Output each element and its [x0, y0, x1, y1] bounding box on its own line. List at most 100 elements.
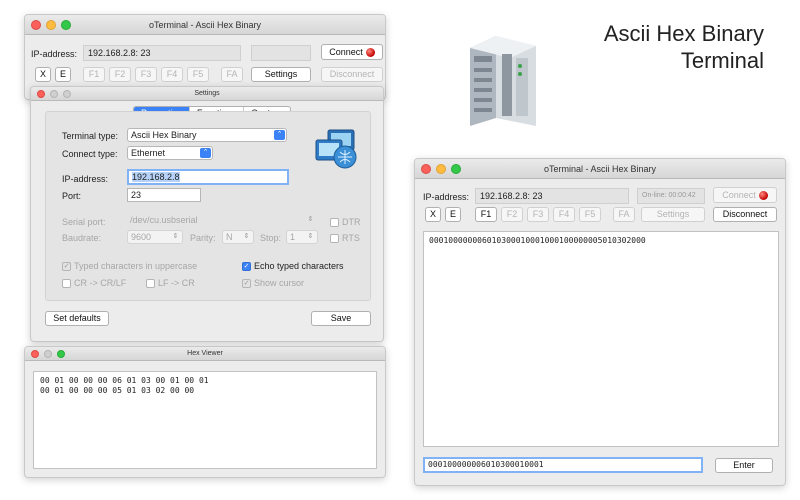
- led-icon: [758, 191, 768, 201]
- settings-title: Settings: [194, 90, 220, 97]
- right-fa-button[interactable]: FA: [613, 207, 635, 222]
- ip-display: 192.168.2.8: 23: [83, 45, 241, 61]
- hex-minimize-button[interactable]: [44, 350, 52, 358]
- f4-button[interactable]: F4: [161, 67, 183, 82]
- show-cursor-checkbox[interactable]: ✓ Show cursor: [242, 278, 304, 288]
- chevron-icon: ⌃: [200, 148, 211, 158]
- hex-output[interactable]: 00 01 00 00 00 06 01 03 00 01 00 01 00 0…: [33, 371, 377, 469]
- rts-checkbox[interactable]: RTS: [330, 233, 360, 243]
- f5-button[interactable]: F5: [187, 67, 209, 82]
- ip-address-field[interactable]: 192.168.2.8: [127, 169, 289, 185]
- right-close-button[interactable]: [421, 164, 431, 174]
- hex-line: 00 01 00 00 00 06 01 03 00 01 00 01: [40, 376, 209, 385]
- f2-button[interactable]: F2: [109, 67, 131, 82]
- fa-button[interactable]: FA: [221, 67, 243, 82]
- dtr-checkbox[interactable]: DTR: [330, 217, 361, 227]
- echo-button[interactable]: E: [55, 67, 71, 82]
- connect-type-select[interactable]: Ethernet ⌃: [127, 146, 213, 160]
- lf-cr-checkbox[interactable]: LF -> CR: [146, 278, 195, 288]
- port-label: Port:: [62, 191, 82, 201]
- hex-close-button[interactable]: [31, 350, 39, 358]
- online-label: On-line: 00:00:42: [642, 192, 696, 199]
- right-zoom-button[interactable]: [451, 164, 461, 174]
- connect-button[interactable]: Connect: [321, 44, 383, 60]
- right-ip-label: IP-address:: [423, 192, 470, 202]
- right-disconnect-button[interactable]: Disconnect: [713, 207, 777, 222]
- hex-viewer-titlebar: Hex Viewer: [25, 347, 385, 361]
- baudrate-select[interactable]: 9600 ⇕: [127, 230, 183, 244]
- device-image: [462, 26, 544, 130]
- hex-viewer-window: Hex Viewer 00 01 00 00 00 06 01 03 00 01…: [24, 346, 386, 478]
- f3-button[interactable]: F3: [135, 67, 157, 82]
- ip-address-value: 192.168.2.8: [132, 172, 180, 182]
- port-field[interactable]: 23: [127, 188, 201, 202]
- right-f4-button[interactable]: F4: [553, 207, 575, 222]
- stop-value: 1: [290, 232, 296, 242]
- terminal-type-select[interactable]: Ascii Hex Binary ⌃: [127, 128, 287, 142]
- right-settings-button[interactable]: Settings: [641, 207, 705, 222]
- dtr-box: [330, 217, 339, 227]
- disconnect-button[interactable]: Disconnect: [321, 67, 383, 82]
- right-f5-button[interactable]: F5: [579, 207, 601, 222]
- chevron-icon: ⇕: [172, 233, 179, 240]
- rts-label: RTS: [342, 233, 360, 243]
- terminal-input[interactable]: 000100000006010300010001: [423, 457, 703, 473]
- clear-button[interactable]: X: [35, 67, 51, 82]
- enter-button[interactable]: Enter: [715, 458, 773, 473]
- typed-uppercase-checkbox[interactable]: ✓ Typed characters in uppercase: [62, 261, 197, 271]
- show-cursor-box: ✓: [242, 278, 251, 288]
- terminal-output[interactable]: 0001000000060103000100010001000000050103…: [423, 231, 779, 447]
- hex-zoom-button[interactable]: [57, 350, 65, 358]
- page-heading: Ascii Hex Binary Terminal: [604, 20, 764, 74]
- settings-minimize-button[interactable]: [50, 90, 58, 98]
- ip-address-label: IP-address:: [62, 174, 109, 184]
- serial-port-label: Serial port:: [62, 217, 106, 227]
- settings-button[interactable]: Settings: [251, 67, 311, 82]
- right-f1-button[interactable]: F1: [475, 207, 497, 222]
- right-ip-display: 192.168.2.8: 23: [475, 188, 629, 204]
- cr-crlf-box: [62, 278, 71, 288]
- settings-zoom-button[interactable]: [63, 90, 71, 98]
- chevron-icon: ⌃: [274, 130, 285, 140]
- f1-button[interactable]: F1: [83, 67, 105, 82]
- heading-line-2: Terminal: [680, 48, 764, 73]
- connect-label: Connect: [329, 47, 363, 57]
- chevron-icon: ⇕: [307, 233, 314, 240]
- save-button[interactable]: Save: [311, 311, 371, 326]
- typed-uppercase-label: Typed characters in uppercase: [74, 261, 198, 271]
- set-defaults-button[interactable]: Set defaults: [45, 311, 109, 326]
- stop-label: Stop:: [260, 233, 282, 243]
- cr-crlf-label: CR -> CR/LF: [74, 278, 127, 288]
- close-button[interactable]: [31, 20, 41, 30]
- typed-uppercase-box: ✓: [62, 261, 71, 271]
- terminal-output-text: 0001000000060103000100010001000000050103…: [429, 236, 646, 245]
- right-f2-button[interactable]: F2: [501, 207, 523, 222]
- terminal-type-label: Terminal type:: [62, 131, 119, 141]
- parity-select[interactable]: N ⇕: [222, 230, 254, 244]
- minimize-button[interactable]: [46, 20, 56, 30]
- right-terminal-window: oTerminal - Ascii Hex Binary IP-address:…: [414, 158, 786, 486]
- right-echo-button[interactable]: E: [445, 207, 461, 222]
- cr-crlf-checkbox[interactable]: CR -> CR/LF: [62, 278, 126, 288]
- baudrate-label: Baudrate:: [62, 233, 102, 243]
- settings-close-button[interactable]: [37, 90, 45, 98]
- right-f3-button[interactable]: F3: [527, 207, 549, 222]
- hex-viewer-title: Hex Viewer: [187, 350, 223, 357]
- zoom-button[interactable]: [61, 20, 71, 30]
- parity-value: N: [226, 232, 233, 242]
- network-icon: [314, 128, 360, 170]
- right-window-title: oTerminal - Ascii Hex Binary: [543, 164, 657, 174]
- lf-cr-label: LF -> CR: [158, 278, 195, 288]
- left-window-titlebar: oTerminal - Ascii Hex Binary: [25, 15, 385, 35]
- right-connect-button[interactable]: Connect: [713, 187, 777, 203]
- right-window-titlebar: oTerminal - Ascii Hex Binary: [415, 159, 785, 179]
- right-minimize-button[interactable]: [436, 164, 446, 174]
- online-display: On-line: 00:00:42: [637, 188, 705, 204]
- echo-typed-checkbox[interactable]: ✓ Echo typed characters: [242, 261, 344, 271]
- right-clear-button[interactable]: X: [425, 207, 441, 222]
- dtr-label: DTR: [342, 217, 361, 227]
- ip-label: IP-address:: [31, 49, 78, 59]
- serial-port-select[interactable]: /dev/cu.usbserial ⇕: [127, 214, 317, 228]
- hex-line: 00 01 00 00 00 05 01 03 02 00 00: [40, 386, 195, 395]
- stop-select[interactable]: 1 ⇕: [286, 230, 318, 244]
